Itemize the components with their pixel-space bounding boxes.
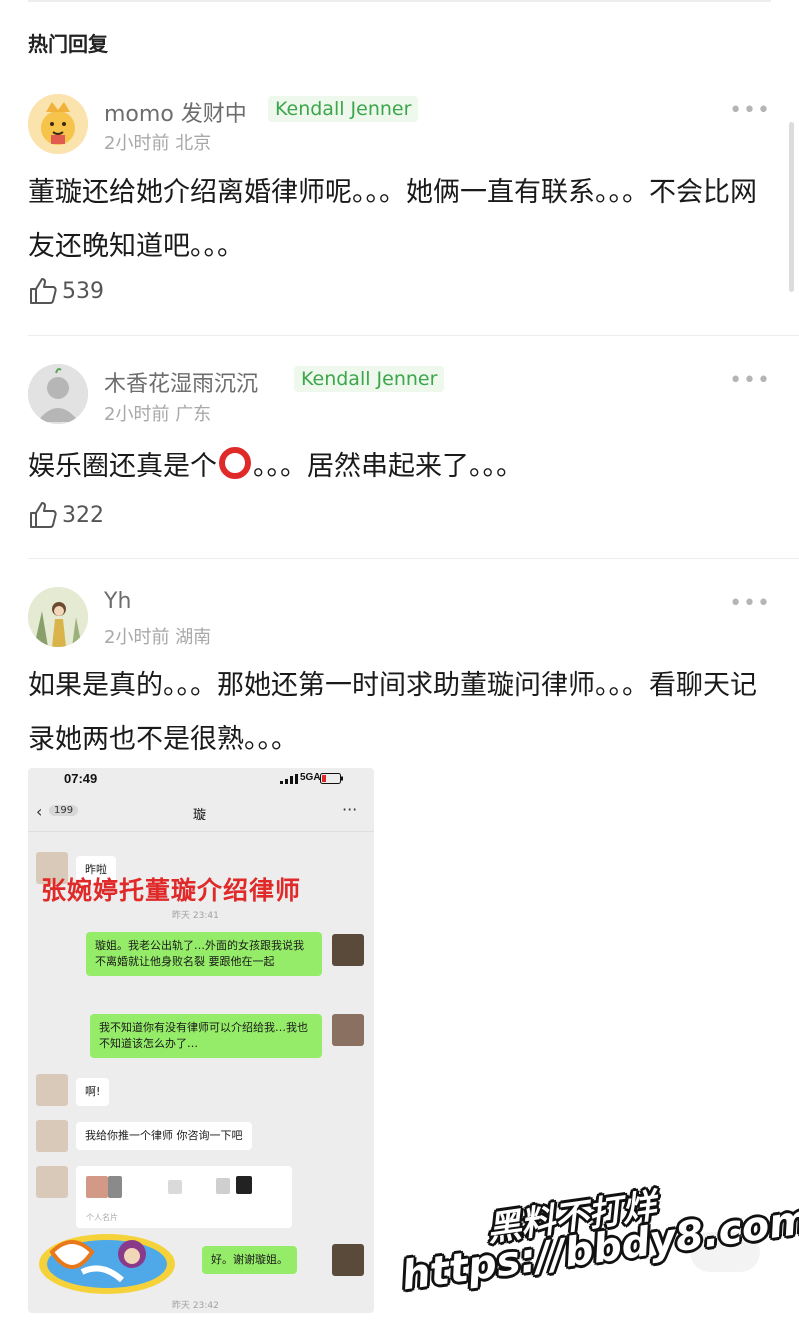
username[interactable]: 木香花湿雨沉沉 <box>104 366 258 398</box>
message-bubble-in: 啊! <box>76 1078 110 1106</box>
status-network: 5GA <box>300 772 321 783</box>
comment-meta: 2小时前 广东 <box>104 400 211 426</box>
chat-more-icon[interactable]: ··· <box>342 800 357 819</box>
message-bubble-out: 璇姐。我老公出轨了…外面的女孩跟我说我不离婚就让他身败名裂 要跟他在一起 <box>86 932 322 976</box>
mosaic-block <box>216 1178 230 1194</box>
contact-avatar <box>36 1166 68 1198</box>
cartoon-avatar-icon <box>28 94 88 154</box>
mosaic-block <box>236 1176 252 1194</box>
battery-icon <box>320 773 343 784</box>
comment-time: 2小时前 <box>104 404 170 425</box>
section-title: 热门回复 <box>28 32 108 56</box>
default-avatar-icon <box>28 364 88 424</box>
thumbs-up-icon <box>30 502 57 528</box>
mosaic-block <box>86 1176 108 1198</box>
comment-text: 如果是真的。。。那她还第一时间求助董璇问律师。。。看聊天记录她两也不是很熟。。。 <box>28 670 757 755</box>
self-avatar <box>332 1014 364 1046</box>
user-badge: Kendall Jenner <box>268 96 419 122</box>
avatar[interactable] <box>28 364 88 424</box>
red-circle-emoji-icon <box>219 447 251 479</box>
message-bubble-out: 好。谢谢璇姐。 <box>202 1246 297 1274</box>
like-button[interactable]: 322 <box>28 500 104 530</box>
comment-text-before: 娱乐圈还真是个 <box>28 451 217 482</box>
back-chevron-icon[interactable]: ‹ <box>36 802 42 821</box>
like-count: 322 <box>62 502 104 528</box>
comment-location: 广东 <box>175 404 212 425</box>
contact-avatar <box>36 1120 68 1152</box>
comment-location: 湖南 <box>175 627 212 648</box>
status-time: 07:49 <box>64 771 98 786</box>
scrollbar[interactable] <box>789 122 794 292</box>
contact-card[interactable]: 个人名片 <box>76 1166 292 1228</box>
message-bubble-in: 我给你推一个律师 你咨询一下吧 <box>76 1122 252 1150</box>
more-options-icon[interactable]: ••• <box>729 98 771 123</box>
comment-meta: 2小时前 湖南 <box>104 623 211 649</box>
mosaic-block <box>108 1176 122 1198</box>
avatar[interactable] <box>28 587 88 647</box>
more-options-icon[interactable]: ••• <box>729 368 771 393</box>
username[interactable]: momo 发财中 <box>104 96 247 128</box>
comment-time: 2小时前 <box>104 133 170 154</box>
self-avatar <box>332 1244 364 1276</box>
sticker-logo-icon <box>39 1234 175 1294</box>
comment-divider <box>28 335 799 336</box>
top-divider <box>28 0 771 2</box>
overlay-caption: 张婉婷托董璇介绍律师 <box>41 876 302 905</box>
more-options-icon[interactable]: ••• <box>729 591 771 616</box>
avatar[interactable] <box>28 94 88 154</box>
like-button[interactable]: 539 <box>28 276 104 306</box>
comment-text: 董璇还给她介绍离婚律师呢。。。她俩一直有联系。。。不会比网友还晚知道吧。。。 <box>28 177 757 262</box>
self-avatar <box>332 934 364 966</box>
mosaic-block <box>168 1180 182 1194</box>
comment-divider <box>28 558 799 559</box>
comment-meta: 2小时前 北京 <box>104 129 211 155</box>
thumbs-up-icon <box>30 278 57 304</box>
contact-avatar <box>36 1074 68 1106</box>
phone-status-bar: 07:49 5GA <box>28 768 374 792</box>
chat-nav-bar: ‹ 199 璇 ··· <box>28 794 374 832</box>
signal-icon <box>280 774 298 784</box>
illustrated-girl-avatar-icon <box>28 587 88 647</box>
message-timestamp: 昨天 23:41 <box>172 911 219 921</box>
message-bubble-out: 我不知道你有没有律师可以介绍给我…我也不知道该怎么办了… <box>90 1014 322 1058</box>
comment-text: 娱乐圈还真是个 。。。居然串起来了。。。 <box>28 440 771 494</box>
comment-location: 北京 <box>175 133 212 154</box>
chat-screenshot-image[interactable]: 07:49 5GA ‹ 199 璇 ··· 昨啦 张婉婷托董璇介绍律师 昨天 2… <box>28 768 374 1313</box>
username[interactable]: Yh <box>104 589 131 614</box>
comment-time: 2小时前 <box>104 627 170 648</box>
comment-text-after: 。。。居然串起来了。。。 <box>253 451 523 482</box>
chat-title: 璇 <box>193 808 207 823</box>
user-badge: Kendall Jenner <box>294 366 445 392</box>
like-count: 539 <box>62 278 104 304</box>
unread-count: 199 <box>49 805 79 816</box>
